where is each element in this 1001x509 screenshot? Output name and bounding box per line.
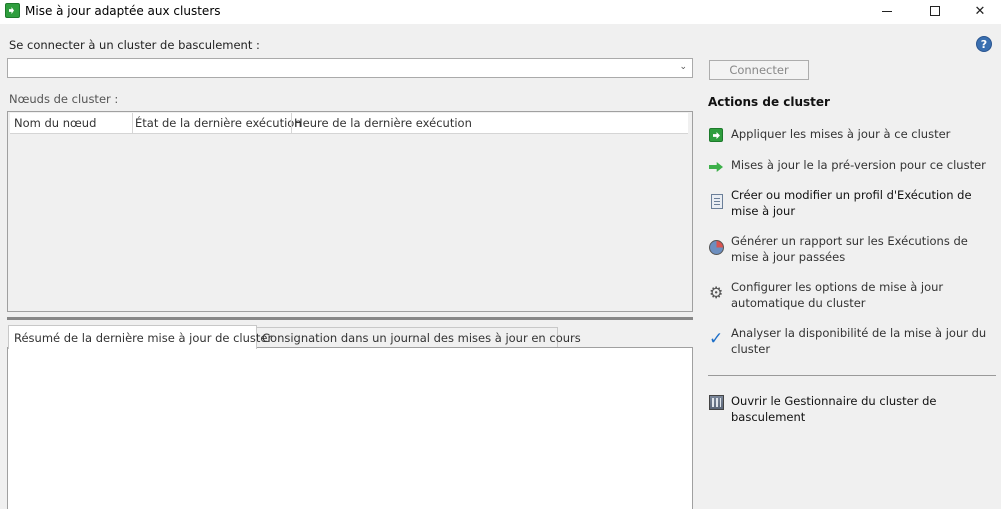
tab-label: Résumé de la dernière mise à jour de clu… bbox=[14, 330, 273, 345]
action-apply-updates[interactable]: Appliquer les mises à jour à ce cluster bbox=[708, 126, 998, 144]
action-label: Générer un rapport sur les Exécutions de… bbox=[731, 234, 968, 264]
minimize-button[interactable] bbox=[864, 0, 910, 22]
cluster-combobox[interactable]: ⌄ bbox=[7, 58, 693, 78]
gear-icon: ⚙ bbox=[709, 283, 724, 302]
minimize-icon bbox=[882, 10, 892, 12]
apply-updates-icon bbox=[709, 128, 723, 142]
tab-label: Consignation dans un journal des mises à… bbox=[262, 331, 581, 345]
connect-button[interactable]: Connecter bbox=[709, 60, 809, 80]
window-title: Mise à jour adaptée aux clusters bbox=[25, 4, 221, 18]
close-button[interactable]: ✕ bbox=[957, 0, 1001, 22]
actions-divider bbox=[708, 375, 996, 376]
profile-document-icon bbox=[711, 194, 723, 209]
panel-splitter[interactable] bbox=[7, 317, 693, 320]
action-generate-report[interactable]: Générer un rapport sur les Exécutions de… bbox=[708, 233, 998, 267]
column-header-last-run-time[interactable]: Heure de la dernière exécution bbox=[294, 116, 472, 130]
action-analyze-readiness[interactable]: ✓ Analyser la disponibilité de la mise à… bbox=[708, 325, 998, 359]
close-icon: ✕ bbox=[974, 3, 986, 19]
preview-updates-icon bbox=[709, 162, 723, 172]
column-separator[interactable] bbox=[132, 113, 133, 134]
action-configure-options[interactable]: ⚙ Configurer les options de mise à jour … bbox=[708, 279, 998, 313]
action-create-profile[interactable]: Créer ou modifier un profil d'Exécution … bbox=[708, 187, 998, 221]
action-label: Ouvrir le Gestionnaire du cluster de bas… bbox=[731, 394, 937, 424]
action-preview-updates[interactable]: Mises à jour le la pré-version pour ce c… bbox=[708, 157, 998, 175]
tab-last-update-summary[interactable]: Résumé de la dernière mise à jour de clu… bbox=[8, 325, 272, 349]
action-label: Analyser la disponibilité de la mise à j… bbox=[731, 326, 987, 356]
tab-content-panel bbox=[7, 347, 693, 509]
cluster-update-icon bbox=[5, 3, 20, 18]
action-label: Créer ou modifier un profil d'Exécution … bbox=[731, 188, 972, 218]
action-label: Appliquer les mises à jour à ce cluster bbox=[731, 127, 951, 141]
cluster-nodes-grid[interactable]: Nom du nœud État de la dernière exécutio… bbox=[7, 111, 693, 312]
grid-header: Nom du nœud État de la dernière exécutio… bbox=[10, 113, 688, 134]
action-open-cluster-manager[interactable]: Ouvrir le Gestionnaire du cluster de bas… bbox=[708, 393, 998, 424]
title-bar: Mise à jour adaptée aux clusters ✕ bbox=[0, 0, 1001, 24]
maximize-button[interactable] bbox=[912, 0, 958, 22]
cluster-manager-icon bbox=[709, 395, 724, 410]
column-header-last-run-state[interactable]: État de la dernière exécution bbox=[135, 116, 302, 130]
column-header-node-name[interactable]: Nom du nœud bbox=[14, 116, 96, 130]
help-icon[interactable]: ? bbox=[976, 36, 992, 52]
action-label: Mises à jour le la pré-version pour ce c… bbox=[731, 158, 986, 172]
checkmark-icon: ✓ bbox=[709, 329, 724, 349]
column-separator[interactable] bbox=[291, 113, 292, 134]
tab-update-log[interactable]: Consignation dans un journal des mises à… bbox=[256, 327, 581, 349]
action-label: Configurer les options de mise à jour au… bbox=[731, 280, 944, 310]
report-icon bbox=[709, 240, 724, 255]
connect-label: Se connecter à un cluster de basculement… bbox=[9, 38, 260, 52]
maximize-icon bbox=[930, 6, 940, 16]
nodes-label: Nœuds de cluster : bbox=[9, 92, 119, 106]
actions-title: Actions de cluster bbox=[708, 95, 830, 109]
chevron-down-icon[interactable]: ⌄ bbox=[679, 62, 687, 72]
